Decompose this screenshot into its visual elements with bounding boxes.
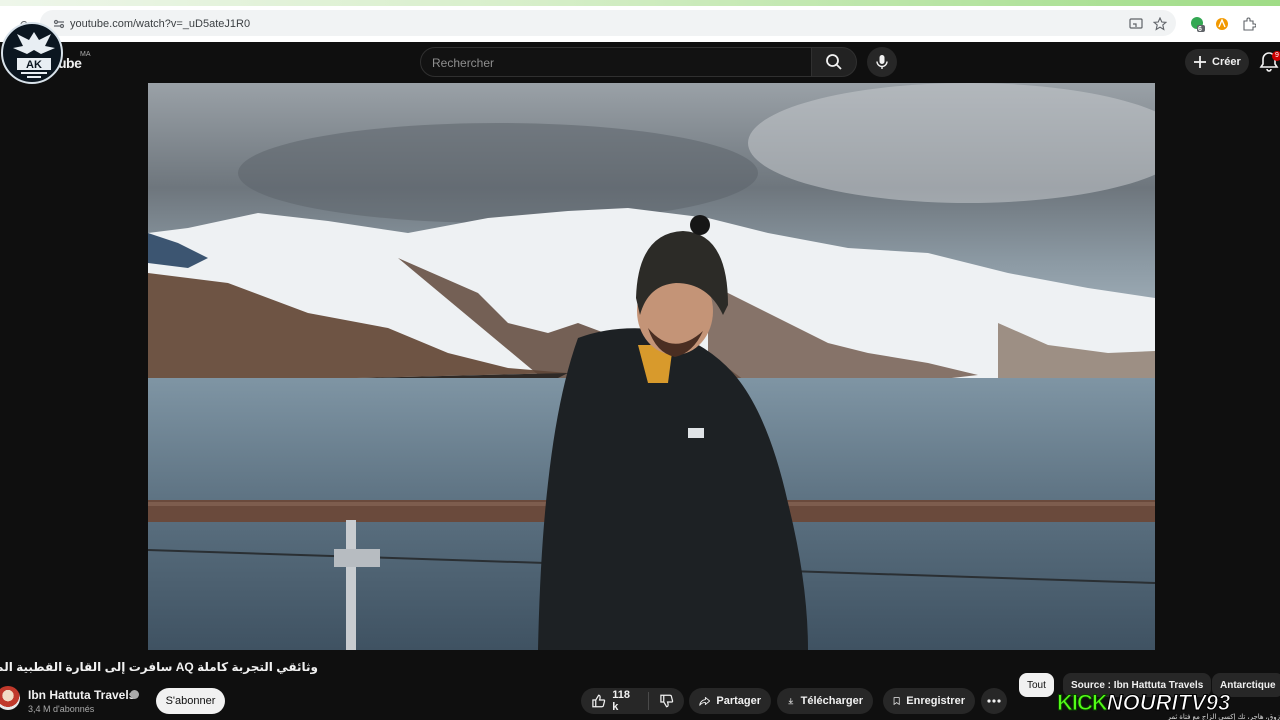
more-horizontal-icon [987,699,1001,703]
share-label: Partager [716,695,761,707]
thumbs-up-icon[interactable] [591,693,606,709]
extension-orange-icon[interactable] [1213,15,1231,33]
like-dislike-group: 118 k [581,688,684,714]
streamer-emblem-logo: AK [1,22,63,84]
plus-icon [1194,56,1206,68]
notifications-badge: 9 [1272,51,1280,61]
country-code: MA [80,51,91,58]
share-button[interactable]: Partager [689,688,771,714]
share-arrow-icon [699,696,711,706]
download-label: Télécharger [800,695,863,707]
create-button[interactable]: Créer [1185,49,1249,75]
video-player[interactable] [148,83,1155,650]
url-text: youtube.com/watch?v=_uD5ateJ1R0 [70,18,251,30]
microphone-icon [876,55,888,69]
like-divider [647,692,649,710]
channel-name[interactable]: Ibn Hattuta Travels [28,688,135,702]
chip-all[interactable]: Tout [1019,673,1054,697]
download-icon [788,698,794,705]
extension-badge: 6 [1198,26,1202,33]
like-count[interactable]: 118 k [612,689,638,713]
channel-avatar[interactable] [0,686,20,710]
bookmark-star-icon[interactable] [1151,15,1169,33]
youtube-header: Rechercher Créer [0,42,1280,82]
chat-ticker: زوق، هاجر، تك إكسي الزاج مع فتاة ثمر [1167,714,1280,720]
verified-badge-icon [130,690,139,699]
bookmark-icon [893,697,900,706]
more-actions-button[interactable] [981,688,1007,714]
subscriber-count: 3,4 M d'abonnés [28,704,95,714]
video-title: وثائقي التجربة كاملة AQ سافرت إلى القارة… [0,660,318,674]
download-button[interactable]: Télécharger [777,688,873,714]
extensions-puzzle-icon[interactable] [1240,15,1258,33]
search-placeholder: Rechercher [432,56,495,70]
svg-text:AK: AK [26,59,42,71]
thumbs-down-icon[interactable] [659,693,674,709]
search-input[interactable]: Rechercher [420,47,812,77]
browser-toolbar: ⟳ youtube.com/watch?v=_uD5ateJ1R0 6 [0,6,1280,42]
save-label: Enregistrer [906,695,965,707]
create-label: Créer [1212,56,1241,68]
subscribe-button[interactable]: S'abonner [156,688,225,714]
subscribe-label: S'abonner [165,695,216,707]
extension-green-icon[interactable] [1188,15,1206,33]
video-frame [148,83,1155,650]
cast-icon[interactable] [1127,15,1145,33]
voice-search-button[interactable] [867,47,897,77]
search-button[interactable] [811,47,857,77]
search-icon [826,54,842,70]
save-button[interactable]: Enregistrer [883,688,975,714]
